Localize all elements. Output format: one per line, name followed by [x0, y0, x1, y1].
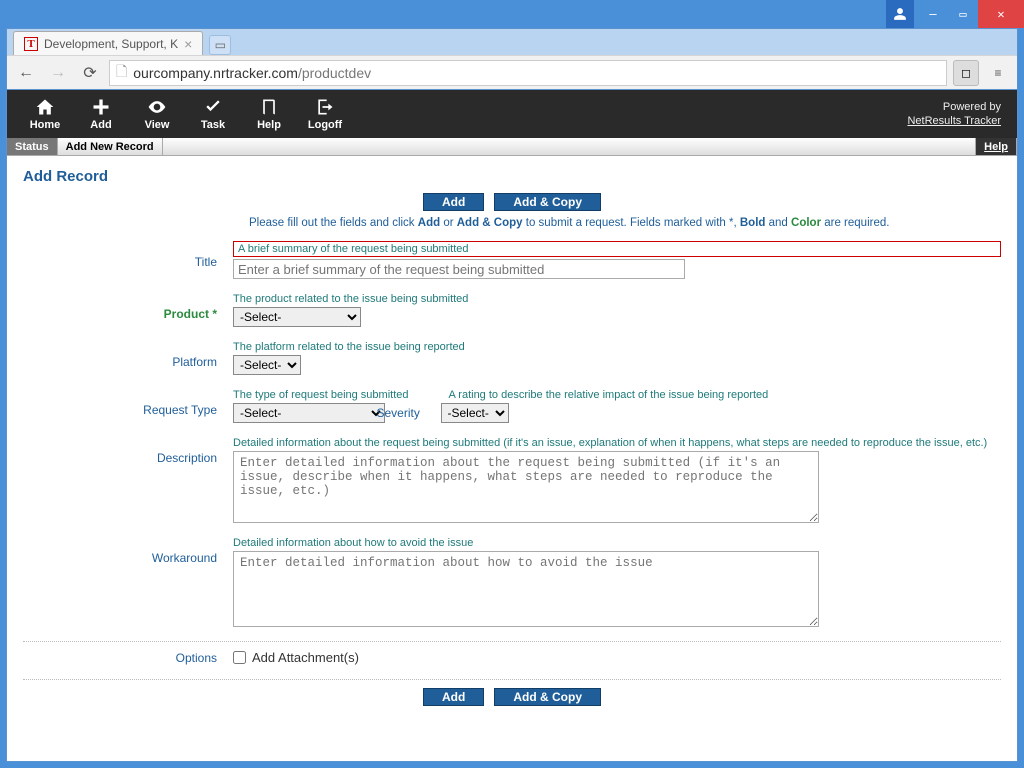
breadcrumb-bar: Status Add New Record Help: [7, 138, 1017, 156]
extension-icon[interactable]: ◻: [953, 60, 979, 86]
separator: [23, 641, 1001, 642]
add-button-top[interactable]: Add: [423, 193, 484, 211]
label-severity: Severity: [377, 406, 429, 420]
browser-tab[interactable]: T Development, Support, K ×: [13, 31, 203, 55]
select-severity[interactable]: -Select-: [441, 403, 509, 423]
browser-chrome: T Development, Support, K × ▭ ← → ⟳ 🗋 ou…: [6, 28, 1018, 89]
help-description: Detailed information about the request b…: [233, 437, 1001, 449]
tab-title: Development, Support, K: [44, 37, 178, 51]
book-icon: [259, 97, 279, 117]
select-request-type[interactable]: -Select-: [233, 403, 385, 423]
row-title: Title A brief summary of the request bei…: [23, 241, 1001, 279]
help-title: A brief summary of the request being sub…: [233, 241, 1001, 257]
favicon: T: [24, 37, 38, 51]
window-titlebar: — ▭ ✕: [0, 0, 1024, 28]
textarea-workaround[interactable]: [233, 551, 819, 627]
add-button-bottom[interactable]: Add: [423, 688, 484, 706]
user-icon[interactable]: [886, 0, 914, 28]
url-path: /productdev: [298, 65, 371, 81]
row-description: Description Detailed information about t…: [23, 437, 1001, 523]
textarea-description[interactable]: [233, 451, 819, 523]
nav-home[interactable]: Home: [17, 97, 73, 131]
help-request-type: The type of request being submitted: [233, 389, 409, 401]
url-bar[interactable]: 🗋 ourcompany.nrtracker.com/productdev: [109, 60, 947, 86]
label-title: Title: [23, 241, 233, 269]
crumb-status[interactable]: Status: [7, 138, 58, 155]
nav-task[interactable]: Task: [185, 97, 241, 131]
label-options: Options: [23, 651, 233, 665]
powered-by: Powered by NetResults Tracker: [907, 100, 1007, 129]
row-platform: Platform The platform related to the iss…: [23, 341, 1001, 375]
app-iconbar: Home Add View Task Help Logoff Powered b…: [7, 90, 1017, 138]
new-tab-button[interactable]: ▭: [209, 35, 231, 55]
nav-help[interactable]: Help: [241, 97, 297, 131]
tab-strip: T Development, Support, K × ▭: [7, 29, 1017, 55]
label-workaround: Workaround: [23, 537, 233, 565]
row-options: Options Add Attachment(s): [23, 650, 1001, 665]
minimize-icon[interactable]: —: [918, 0, 948, 28]
browser-toolbar: ← → ⟳ 🗋 ourcompany.nrtracker.com/product…: [7, 55, 1017, 89]
check-icon: [202, 97, 224, 117]
help-platform: The platform related to the issue being …: [233, 341, 1001, 353]
nav-logoff[interactable]: Logoff: [297, 97, 353, 131]
label-request-type: Request Type: [23, 389, 233, 417]
checkbox-attachments[interactable]: [233, 651, 246, 664]
help-workaround: Detailed information about how to avoid …: [233, 537, 1001, 549]
url-host: ourcompany.nrtracker.com: [133, 65, 298, 81]
nav-add[interactable]: Add: [73, 97, 129, 131]
add-copy-button-top[interactable]: Add & Copy: [494, 193, 601, 211]
tab-close-icon[interactable]: ×: [184, 36, 192, 52]
forward-button[interactable]: →: [45, 60, 71, 86]
back-button[interactable]: ←: [13, 60, 39, 86]
select-product[interactable]: -Select-: [233, 307, 361, 327]
page-icon: 🗋: [116, 61, 127, 85]
browser-menu-icon[interactable]: ≡: [985, 60, 1011, 86]
label-attachments: Add Attachment(s): [252, 650, 359, 665]
nav-view[interactable]: View: [129, 97, 185, 131]
app-content: Home Add View Task Help Logoff Powered b…: [6, 89, 1018, 762]
form-area: Add Record Add Add & Copy Please fill ou…: [7, 156, 1017, 761]
intro-text: Please fill out the fields and click Add…: [249, 217, 1001, 229]
row-reqtype-severity: Request Type The type of request being s…: [23, 389, 1001, 423]
top-button-row: Add Add & Copy: [23, 193, 1001, 211]
powered-by-link[interactable]: NetResults Tracker: [907, 114, 1001, 128]
add-copy-button-bottom[interactable]: Add & Copy: [494, 688, 601, 706]
crumb-active[interactable]: Add New Record: [58, 138, 163, 155]
label-description: Description: [23, 437, 233, 465]
row-workaround: Workaround Detailed information about ho…: [23, 537, 1001, 627]
label-product: Product *: [23, 293, 233, 321]
select-platform[interactable]: -Select-: [233, 355, 301, 375]
help-severity: A rating to describe the relative impact…: [449, 389, 769, 401]
separator-2: [23, 679, 1001, 680]
help-product: The product related to the issue being s…: [233, 293, 1001, 305]
reload-button[interactable]: ⟳: [77, 60, 103, 86]
crumb-help[interactable]: Help: [975, 138, 1017, 155]
input-title[interactable]: [233, 259, 685, 279]
logoff-icon: [315, 97, 335, 117]
page-title: Add Record: [23, 168, 1001, 185]
maximize-icon[interactable]: ▭: [948, 0, 978, 28]
bottom-button-row: Add Add & Copy: [23, 688, 1001, 706]
plus-icon: [90, 97, 112, 117]
eye-icon: [145, 97, 169, 117]
home-icon: [34, 97, 56, 117]
row-product: Product * The product related to the iss…: [23, 293, 1001, 327]
label-platform: Platform: [23, 341, 233, 369]
close-icon[interactable]: ✕: [978, 0, 1024, 28]
